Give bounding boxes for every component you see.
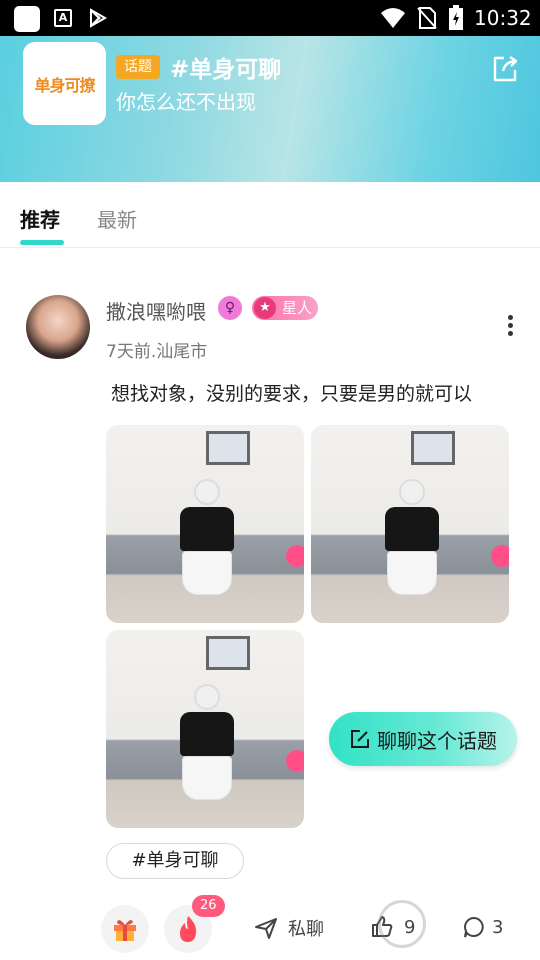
play-store-icon xyxy=(90,8,108,28)
wifi-icon xyxy=(381,8,405,28)
post-photo-1[interactable] xyxy=(106,425,304,623)
app-square-icon xyxy=(14,6,40,32)
tab-latest[interactable]: 最新 xyxy=(97,204,137,233)
chat-topic-label: 聊聊这个话题 xyxy=(377,728,497,753)
a-icon: A xyxy=(54,9,72,27)
post-photo-3[interactable] xyxy=(106,630,304,828)
edit-icon xyxy=(351,730,369,748)
topic-title: #单身可聊 xyxy=(170,57,282,83)
post-text: 想找对象，没别的要求，只要是男的就可以 xyxy=(111,383,473,405)
watermark-logo xyxy=(374,896,540,956)
topic-tag-chip[interactable]: #单身可聊 xyxy=(106,843,244,879)
star-icon: ★ xyxy=(254,297,276,319)
gift-icon xyxy=(114,920,136,941)
status-bar: A 10:32 xyxy=(0,0,540,36)
status-time: 10:32 xyxy=(474,6,532,30)
chat-topic-button[interactable]: 聊聊这个话题 xyxy=(329,712,517,766)
tab-recommend[interactable]: 推荐 xyxy=(20,204,60,233)
send-icon xyxy=(255,918,277,939)
topic-badge: 话题 xyxy=(116,55,160,79)
fire-count-badge: 26 xyxy=(192,895,225,917)
post-meta: 7天前.汕尾市 xyxy=(106,342,208,362)
private-chat-label: 私聊 xyxy=(288,919,324,940)
tab-indicator xyxy=(20,240,64,245)
post-photo-2[interactable] xyxy=(311,425,509,623)
username[interactable]: 撒浪嘿喲喂 xyxy=(106,296,206,325)
avatar[interactable] xyxy=(26,295,90,359)
tab-bar: 推荐 最新 xyxy=(0,182,540,248)
more-options-icon[interactable] xyxy=(498,312,522,342)
no-sim-icon xyxy=(417,7,437,29)
star-badge-label: 星人 xyxy=(282,299,313,317)
topic-header: A 10:32 单身可撩 话题 #单身可聊 你怎么还不出现 xyxy=(0,0,540,182)
topic-logo: 单身可撩 xyxy=(23,42,106,125)
fire-icon xyxy=(180,916,197,942)
topic-logo-text: 单身可撩 xyxy=(34,75,95,95)
female-icon: ♀ xyxy=(218,296,242,320)
gift-button[interactable] xyxy=(101,905,149,953)
topic-subtitle: 你怎么还不出现 xyxy=(116,90,256,114)
star-badge: ★ 星人 xyxy=(252,296,318,320)
private-chat-button[interactable]: 私聊 xyxy=(254,915,324,941)
share-icon[interactable] xyxy=(490,54,520,84)
battery-charging-icon xyxy=(449,5,463,30)
